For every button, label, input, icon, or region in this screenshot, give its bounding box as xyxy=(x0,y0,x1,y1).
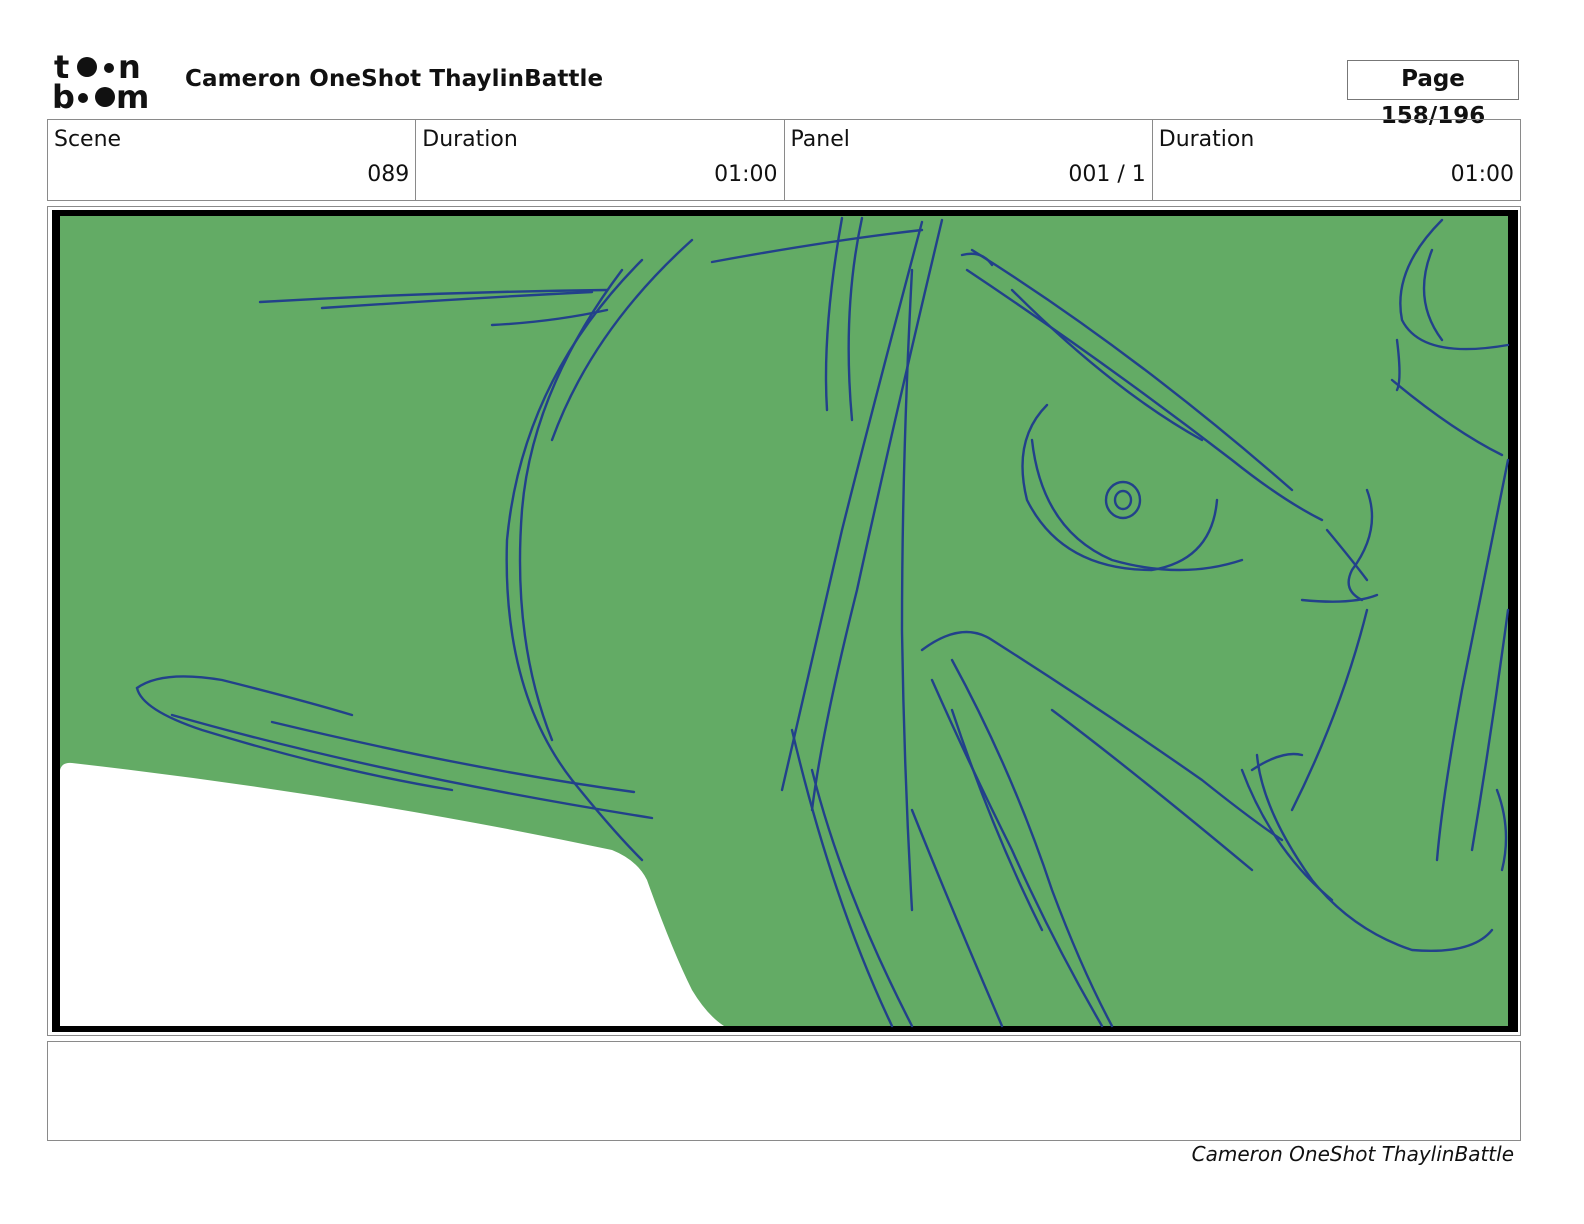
panel-info-row: Scene 089 Duration 01:00 Panel 001 / 1 D… xyxy=(47,119,1521,201)
scene-duration-value: 01:00 xyxy=(714,162,778,187)
notes-box xyxy=(47,1041,1521,1141)
panel-duration-cell: Duration 01:00 xyxy=(1153,120,1520,200)
panel-label: Panel xyxy=(790,127,850,152)
scene-duration-label: Duration xyxy=(422,127,518,152)
page-indicator: Page 158/196 xyxy=(1347,60,1519,129)
scene-cell: Scene 089 xyxy=(48,120,417,200)
panel-duration-label: Duration xyxy=(1158,127,1255,152)
panel-duration-value: 01:00 xyxy=(1450,162,1514,187)
scene-duration-cell: Duration 01:00 xyxy=(416,120,785,200)
footer-project-title: Cameron OneShot ThaylinBattle xyxy=(1191,1142,1514,1166)
panel-value: 001 / 1 xyxy=(1068,162,1146,187)
scene-value: 089 xyxy=(367,162,410,187)
toon-boom-logo: t n b m xyxy=(52,50,149,112)
scene-label: Scene xyxy=(54,127,122,152)
svg-text:b: b xyxy=(52,78,75,112)
project-title: Cameron OneShot ThaylinBattle xyxy=(185,66,604,92)
svg-text:m: m xyxy=(116,78,149,112)
panel-cell: Panel 001 / 1 xyxy=(785,120,1153,200)
storyboard-panel-art xyxy=(52,210,1518,1032)
